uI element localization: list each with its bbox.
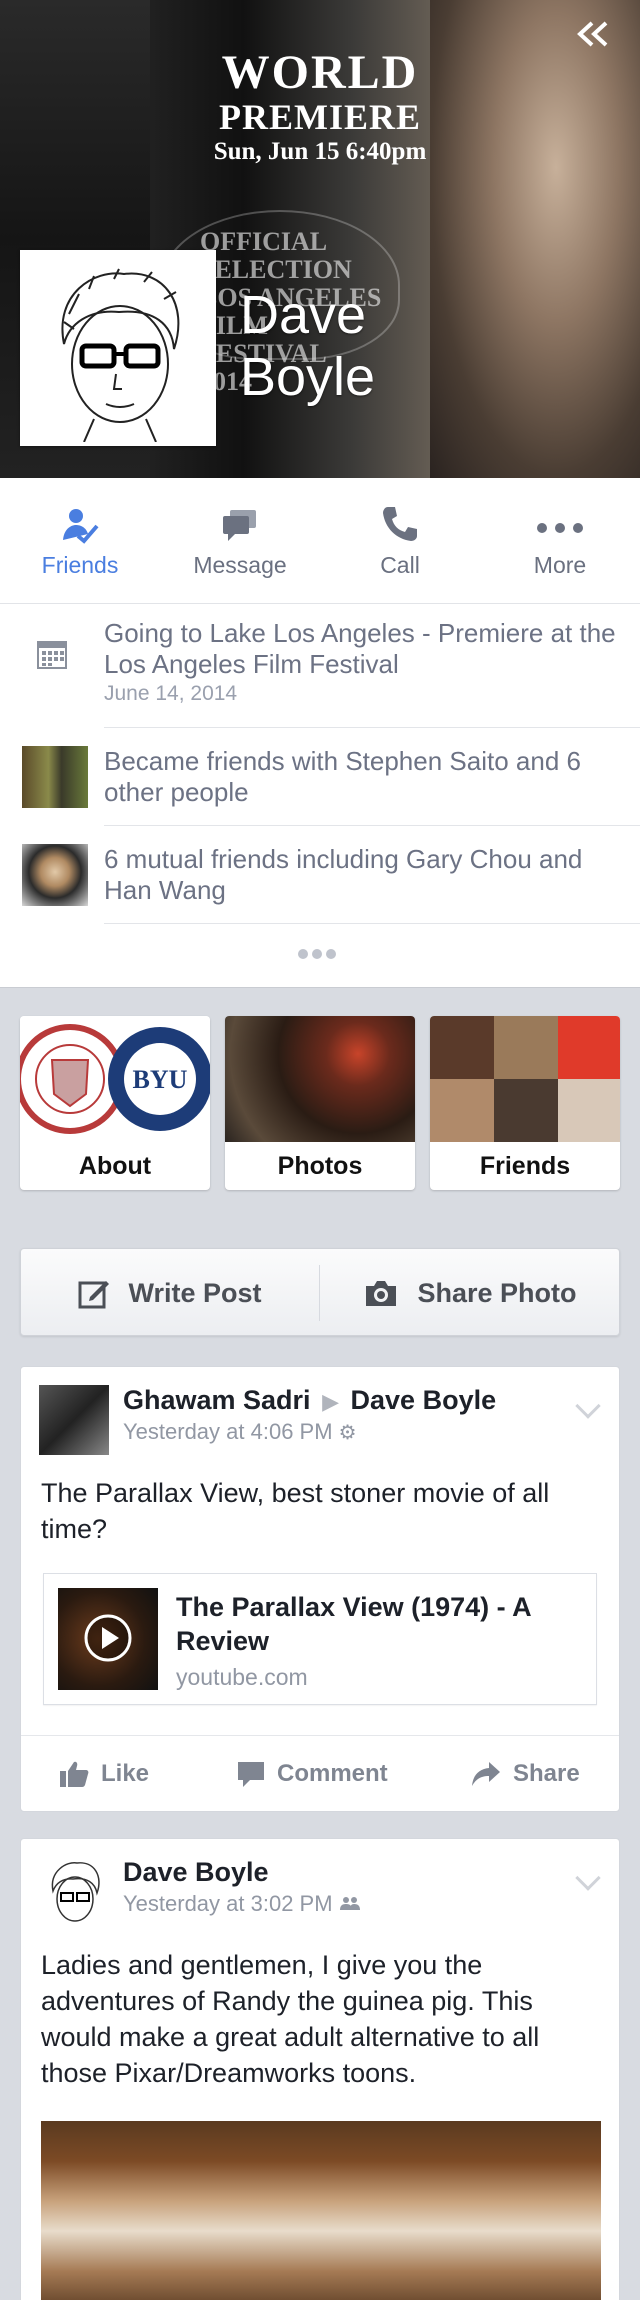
mutual-friend-photo xyxy=(22,844,88,906)
phone-icon xyxy=(380,504,420,549)
more-activity-dots[interactable] xyxy=(296,946,338,964)
write-post-label: Write Post xyxy=(128,1277,262,1308)
share-arrow-icon xyxy=(472,1762,500,1786)
chevron-down-icon[interactable] xyxy=(575,1865,601,1891)
more-button[interactable]: More xyxy=(480,478,640,604)
poster-text: WORLD PREMIERE Sun, Jun 15 6:40pm xyxy=(0,48,640,168)
profile-avatar[interactable] xyxy=(20,250,216,446)
friends-tile-image xyxy=(430,1016,620,1142)
avatar[interactable] xyxy=(39,1385,109,1455)
post-author[interactable]: Dave Boyle xyxy=(123,1857,269,1888)
post-header: Ghawam Sadri ▶ Dave Boyle xyxy=(123,1385,496,1416)
feed-post: Dave Boyle Yesterday at 3:02 PM Ladies a… xyxy=(20,1838,620,2300)
profile-activity-list: Going to Lake Los Angeles - Premiere at … xyxy=(0,604,640,988)
poster-line-3: Sun, Jun 15 6:40pm xyxy=(213,138,427,165)
about-tile-image: BYU xyxy=(20,1016,210,1142)
friends-audience-icon xyxy=(339,1891,361,1916)
post-time-text: Yesterday at 3:02 PM xyxy=(123,1891,333,1916)
link-url: youtube.com xyxy=(176,1664,308,1690)
more-dots-icon xyxy=(534,504,586,549)
like-button[interactable]: Like xyxy=(59,1736,149,1812)
link-title: The Parallax View (1974) - A Review xyxy=(176,1592,531,1656)
calendar-icon xyxy=(36,638,76,678)
photos-tile-image xyxy=(225,1016,415,1142)
post-composer: Write Post Share Photo xyxy=(20,1248,620,1336)
link-preview-card[interactable]: The Parallax View (1974) - A Review yout… xyxy=(43,1573,597,1705)
share-photo-label: Share Photo xyxy=(417,1277,577,1308)
write-post-button[interactable]: Write Post xyxy=(21,1249,319,1337)
friends-tile[interactable]: Friends xyxy=(430,1016,620,1190)
share-label: Share xyxy=(513,1760,580,1787)
call-button[interactable]: Call xyxy=(320,478,480,604)
event-date: June 14, 2014 xyxy=(104,682,238,705)
profile-name: Dave Boyle xyxy=(240,284,375,408)
friends-button-label: Friends xyxy=(41,552,119,578)
post-author[interactable]: Ghawam Sadri xyxy=(123,1385,311,1415)
avatar[interactable] xyxy=(39,1857,109,1927)
call-button-label: Call xyxy=(380,552,420,578)
message-button[interactable]: Message xyxy=(160,478,320,604)
svg-text:BYU: BYU xyxy=(133,1065,188,1094)
new-friends-text: Became friends with Stephen Saito and 6 … xyxy=(104,746,581,807)
thumbs-up-icon xyxy=(60,1761,89,1787)
comment-button[interactable]: Comment xyxy=(237,1736,388,1812)
profile-action-bar: Friends Message Call More xyxy=(0,478,640,604)
friends-check-icon xyxy=(60,504,100,549)
profile-first-name: Dave xyxy=(240,285,367,345)
post-photo[interactable] xyxy=(41,2121,601,2300)
arrow-right-icon: ▶ xyxy=(322,1389,340,1414)
poster-line-1: WORLD xyxy=(221,46,419,99)
post-actions: Like Comment Share xyxy=(21,1735,619,1811)
post-text: Ladies and gentlemen, I give you the adv… xyxy=(41,1950,540,2088)
double-chevron-left-icon[interactable] xyxy=(574,16,614,56)
play-icon xyxy=(84,1614,132,1662)
feed-post: Ghawam Sadri ▶ Dave Boyle Yesterday at 4… xyxy=(20,1366,620,1812)
message-button-label: Message xyxy=(193,552,287,578)
friend-photo xyxy=(22,746,88,808)
post-text: The Parallax View, best stoner movie of … xyxy=(41,1478,550,1544)
comment-label: Comment xyxy=(277,1760,388,1787)
like-label: Like xyxy=(101,1760,150,1787)
chevron-down-icon[interactable] xyxy=(575,1393,601,1419)
about-tile-label: About xyxy=(78,1152,152,1180)
list-item-new-friends[interactable]: Became friends with Stephen Saito and 6 … xyxy=(0,728,640,826)
photos-tile[interactable]: Photos xyxy=(225,1016,415,1190)
video-thumbnail xyxy=(58,1588,158,1690)
post-time-text: Yesterday at 4:06 PM xyxy=(123,1419,333,1444)
photos-tile-label: Photos xyxy=(277,1152,363,1180)
divider xyxy=(104,923,640,924)
event-text: Going to Lake Los Angeles - Premiere at … xyxy=(104,618,624,708)
camera-icon xyxy=(363,1278,399,1308)
post-target[interactable]: Dave Boyle xyxy=(351,1385,497,1415)
message-icon xyxy=(220,504,260,549)
gear-icon: ⚙ xyxy=(338,1422,357,1444)
share-photo-button[interactable]: Share Photo xyxy=(321,1249,619,1337)
pencil-icon xyxy=(78,1277,110,1309)
post-timestamp[interactable]: Yesterday at 4:06 PM ⚙ xyxy=(123,1419,357,1445)
about-tile[interactable]: BYU About xyxy=(20,1016,210,1190)
more-button-label: More xyxy=(533,552,587,578)
share-button[interactable]: Share xyxy=(471,1736,580,1812)
divider xyxy=(319,1265,320,1321)
list-item-mutual-friends[interactable]: 6 mutual friends including Gary Chou and… xyxy=(0,826,640,924)
mutual-friends-text: 6 mutual friends including Gary Chou and… xyxy=(104,844,583,905)
post-timestamp[interactable]: Yesterday at 3:02 PM xyxy=(123,1891,361,1917)
list-item-event[interactable]: Going to Lake Los Angeles - Premiere at … xyxy=(0,604,640,728)
event-title: Going to Lake Los Angeles - Premiere at … xyxy=(104,618,616,679)
profile-last-name: Boyle xyxy=(240,347,376,407)
friends-button[interactable]: Friends xyxy=(0,478,160,604)
poster-line-2: PREMIERE xyxy=(218,97,421,137)
friends-tile-label: Friends xyxy=(479,1152,571,1180)
comment-icon xyxy=(238,1762,264,1787)
